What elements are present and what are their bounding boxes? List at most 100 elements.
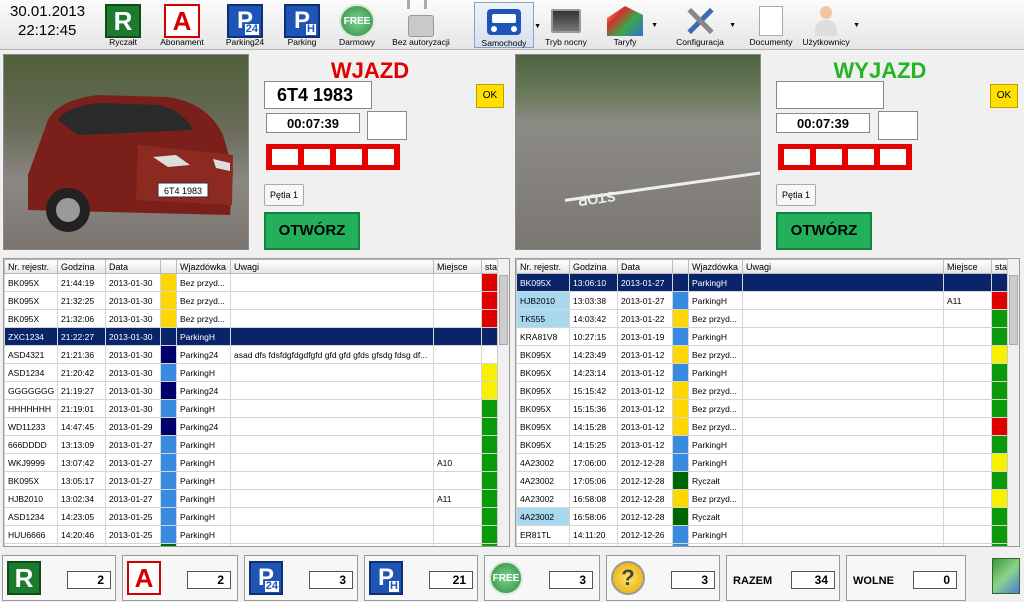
table-row[interactable]: 4A23002 16:58:06 2012-12-28 Ryczałt	[516, 507, 1008, 526]
column-header[interactable]: Godzina	[569, 259, 618, 274]
table-row[interactable]: BK095X 21:32:25 2013-01-30 Bez przyd...	[4, 291, 498, 310]
configuracja-button[interactable]: Configuracja ▼	[672, 2, 736, 48]
column-header[interactable]: Wjazdówka	[176, 259, 231, 274]
table-row[interactable]: 4A23002 17:06:00 2012-12-28 ParkingH	[516, 453, 1008, 472]
table-row[interactable]: HJB2010 13:03:38 2013-01-27 ParkingH A11	[516, 291, 1008, 310]
column-header[interactable]: Wjazdówka	[688, 259, 743, 274]
table-header: Nr. rejestr. Godzina Data Wjazdówka Uwagi Mie…	[516, 259, 1008, 274]
table-row[interactable]: KK1111111:45:512013-01-24 Ryczałt C14	[4, 543, 498, 546]
exit-log-table[interactable]: Nr. rejestr. Godzina Data Wjazdówka Uwagi Mie…	[515, 258, 1020, 547]
darmowy-button[interactable]: FREE Darmowy	[334, 2, 380, 48]
table-row[interactable]: BK095X 21:32:06 2013-01-30 Bez przyd...	[4, 309, 498, 328]
table-row[interactable]: 666DDDD 13:13:09 2013-01-27 ParkingH	[4, 435, 498, 454]
table-row[interactable]: BK095X 14:23:49 2013-01-12 Bez przyd...	[516, 345, 1008, 364]
column-header[interactable]	[160, 259, 177, 274]
bez-autoryzacji-button[interactable]: Bez autoryzacji	[388, 2, 454, 48]
entry-loop-button[interactable]: Pętla 1	[264, 184, 304, 206]
table-row[interactable]: WD11233 14:47:45 2013-01-29 Parking24	[4, 417, 498, 436]
table-row[interactable]: 4A23002 16:58:08 2012-12-28 Bez przyd...	[516, 489, 1008, 508]
column-header[interactable]: Godzina	[57, 259, 106, 274]
entry-ok-button[interactable]: OK	[476, 84, 504, 108]
table-cell: 14:03:42	[569, 309, 618, 328]
entry-log-scrollbar[interactable]	[497, 259, 509, 546]
table-cell	[433, 327, 482, 346]
table-row[interactable]: 4A23002 17:05:06 2012-12-28 Ryczałt	[516, 471, 1008, 490]
table-cell: BK095X	[516, 399, 570, 418]
column-header[interactable]: sta	[481, 259, 498, 274]
abonament-button[interactable]: A Abonament	[156, 2, 208, 48]
table-row[interactable]: BK095X 13:06:10 2013-01-27 ParkingH	[516, 273, 1008, 292]
column-header[interactable]: Miejsce	[433, 259, 482, 274]
documenty-button[interactable]: Documenty	[746, 2, 796, 48]
map-icon[interactable]	[992, 558, 1020, 594]
taryfy-button[interactable]: Taryfy ▼	[600, 2, 658, 48]
table-row[interactable]: ASD4321 21:21:36 2013-01-30 Parking24 asad d…	[4, 345, 498, 364]
tryb-nocny-button[interactable]: Tryb nocny	[540, 2, 592, 48]
exit-ok-button[interactable]: OK	[990, 84, 1018, 108]
table-row[interactable]: BK095X 15:15:36 2013-01-12 Bez przyd...	[516, 399, 1008, 418]
table-cell	[991, 435, 1008, 454]
table-row[interactable]: GGGGGGG 21:19:27 2013-01-30 Parking24	[4, 381, 498, 400]
column-header[interactable]: Miejsce	[943, 259, 992, 274]
tools-icon	[682, 4, 718, 38]
table-cell: BK095X	[516, 417, 570, 436]
table-cell	[672, 507, 689, 526]
table-cell: 15:15:36	[569, 399, 618, 418]
table-row[interactable]: BK095X 21:44:19 2013-01-30 Bez przyd...	[4, 273, 498, 292]
table-cell: 2013-01-12	[617, 363, 673, 382]
table-cell	[433, 471, 482, 490]
entry-log-table[interactable]: Nr. rejestr. Godzina Data Wjazdówka Uwagi Mie…	[3, 258, 510, 547]
table-row[interactable]: HUU6666 14:20:46 2013-01-25 ParkingH	[4, 525, 498, 544]
ryczalt-button[interactable]: R Ryczałt	[100, 2, 146, 48]
table-row[interactable]: BK095X 15:15:42 2013-01-12 Bez przyd...	[516, 381, 1008, 400]
table-row[interactable]: ER81TL 14:11:20 2012-12-26 ParkingH	[516, 525, 1008, 544]
exit-log-scrollbar[interactable]	[1007, 259, 1019, 546]
table-cell	[433, 381, 482, 400]
entry-extra-field[interactable]	[367, 111, 407, 140]
table-row[interactable]: BK095X 13:05:17 2013-01-27 ParkingH	[4, 471, 498, 490]
table-row[interactable]: HHHHHHH 21:19:01 2013-01-30 ParkingH	[4, 399, 498, 418]
column-header[interactable]: sta	[991, 259, 1008, 274]
table-cell: 2013-01-12	[617, 381, 673, 400]
exit-loop-button[interactable]: Pętla 1	[776, 184, 816, 206]
table-cell: 2012-12-28	[617, 489, 673, 508]
column-header[interactable]: Nr. rejestr.	[516, 259, 570, 274]
table-row[interactable]: KRA81V8 10:27:15 2013-01-19 ParkingH	[516, 327, 1008, 346]
column-header[interactable]: Nr. rejestr.	[4, 259, 58, 274]
table-row[interactable]: HHEHFR21:49:202012-12-22 ParkingH	[516, 543, 1008, 546]
table-row[interactable]: BK095X 14:15:25 2013-01-12 ParkingH	[516, 435, 1008, 454]
table-cell: 2013-01-30	[105, 291, 161, 310]
table-row[interactable]: TK555 14:03:42 2013-01-22 Bez przyd...	[516, 309, 1008, 328]
table-row[interactable]: WKJ9999 13:07:42 2013-01-27 ParkingH A10	[4, 453, 498, 472]
table-row[interactable]: HJB2010 13:02:34 2013-01-27 ParkingH A11	[4, 489, 498, 508]
table-cell	[160, 489, 177, 508]
entry-plate-field[interactable]: 6T4 1983	[264, 81, 372, 109]
entry-open-button[interactable]: OTWÓRZ	[264, 212, 360, 250]
table-cell: 13:02:34	[57, 489, 106, 508]
exit-camera-image: STOP	[515, 54, 761, 250]
table-row[interactable]: BK095X 14:15:28 2013-01-12 Bez przyd...	[516, 417, 1008, 436]
samochody-button[interactable]: Samochody ▼	[474, 2, 541, 48]
table-cell: BK095X	[516, 273, 570, 292]
table-cell	[230, 435, 434, 454]
table-cell: A10	[433, 453, 482, 472]
column-header[interactable]	[672, 259, 689, 274]
column-header[interactable]: Data	[617, 259, 673, 274]
parking24-button[interactable]: P 24 Parking24	[220, 2, 270, 48]
table-cell: 2013-01-12	[617, 417, 673, 436]
table-cell	[433, 363, 482, 382]
table-row[interactable]: ASD1234 14:23:05 2013-01-25 ParkingH	[4, 507, 498, 526]
exit-extra-field[interactable]	[878, 111, 918, 140]
exit-open-button[interactable]: OTWÓRZ	[776, 212, 872, 250]
column-header[interactable]: Uwagi	[742, 259, 944, 274]
column-header[interactable]: Uwagi	[230, 259, 434, 274]
table-row[interactable]: ZXC1234 21:22:27 2013-01-30 ParkingH	[4, 327, 498, 346]
table-row[interactable]: ASD1234 21:20:42 2013-01-30 ParkingH	[4, 363, 498, 382]
ryczalt-r-icon: R	[7, 561, 41, 595]
column-header[interactable]: Data	[105, 259, 161, 274]
parking-h-button[interactable]: PH Parking	[280, 2, 324, 48]
exit-plate-field[interactable]	[776, 81, 884, 109]
table-cell	[991, 327, 1008, 346]
uzytkownicy-button[interactable]: Użytkownicy ▼	[800, 2, 860, 48]
table-row[interactable]: BK095X 14:23:14 2013-01-12 ParkingH	[516, 363, 1008, 382]
